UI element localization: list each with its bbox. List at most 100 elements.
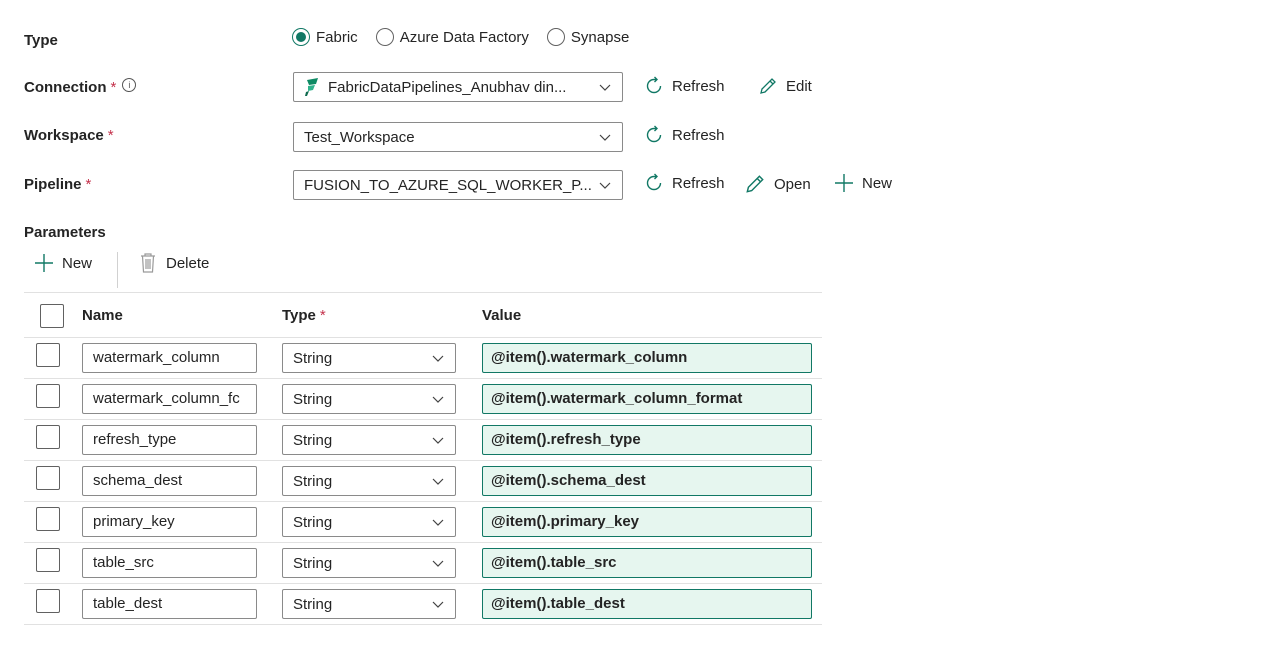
- type-label: Type: [24, 32, 58, 49]
- column-header-type[interactable]: Type *: [282, 307, 326, 324]
- radio-synapse[interactable]: Synapse: [546, 28, 629, 46]
- row-checkbox[interactable]: [36, 343, 60, 367]
- workspace-dropdown[interactable]: Test_Workspace: [293, 122, 623, 152]
- pipeline-refresh-label: Refresh: [672, 174, 725, 192]
- fabric-logo-icon: [305, 78, 318, 96]
- parameter-type-value: String: [293, 554, 333, 572]
- table-row: refresh_type String @item().refresh_type: [0, 419, 822, 460]
- parameter-type-value: String: [293, 472, 333, 490]
- radio-fabric-circle[interactable]: [292, 28, 310, 46]
- parameter-name-input[interactable]: table_dest: [82, 589, 257, 619]
- table-row: watermark_column_fc String @item().waterma…: [0, 378, 822, 419]
- workspace-refresh-button[interactable]: Refresh: [644, 125, 725, 145]
- parameter-name-input[interactable]: schema_dest: [82, 466, 257, 496]
- parameter-type-dropdown[interactable]: String: [282, 466, 456, 496]
- radio-synapse-label[interactable]: Synapse: [571, 29, 629, 46]
- chevron-down-icon: [599, 84, 611, 91]
- chevron-down-icon: [432, 437, 444, 444]
- table-row: table_dest String @item().table_dest: [0, 583, 822, 624]
- parameter-name-input[interactable]: primary_key: [82, 507, 257, 537]
- parameter-value-input[interactable]: @item().primary_key: [482, 507, 812, 537]
- pencil-icon: [760, 78, 776, 94]
- info-icon[interactable]: i: [122, 78, 137, 92]
- connection-refresh-label: Refresh: [672, 77, 725, 95]
- refresh-icon: [646, 76, 662, 94]
- table-row: table_src String @item().table_src: [0, 542, 822, 583]
- plus-icon: [835, 174, 853, 192]
- row-checkbox[interactable]: [36, 384, 60, 408]
- parameter-type-value: String: [293, 513, 333, 531]
- chevron-down-icon: [432, 396, 444, 403]
- refresh-icon: [646, 125, 662, 143]
- required-marker: *: [85, 176, 92, 193]
- required-marker: *: [107, 127, 114, 144]
- table-row: watermark_column String @item().watermark_…: [0, 337, 822, 378]
- pipeline-refresh-button[interactable]: Refresh: [644, 173, 725, 193]
- workspace-refresh-label: Refresh: [672, 126, 725, 144]
- parameter-name-input[interactable]: table_src: [82, 548, 257, 578]
- radio-fabric-label[interactable]: Fabric: [316, 29, 358, 46]
- chevron-down-icon: [432, 560, 444, 567]
- parameter-name-input[interactable]: watermark_column: [82, 343, 257, 373]
- required-marker: *: [319, 307, 326, 324]
- chevron-down-icon: [432, 519, 444, 526]
- radio-adf-circle[interactable]: [375, 28, 394, 46]
- pipeline-label: Pipeline *: [24, 176, 91, 193]
- parameter-type-dropdown[interactable]: String: [282, 507, 456, 537]
- column-header-value[interactable]: Value: [482, 307, 521, 324]
- radio-synapse-circle[interactable]: [546, 28, 565, 46]
- connection-edit-label: Edit: [786, 77, 812, 95]
- pipeline-dropdown[interactable]: FUSION_TO_AZURE_SQL_WORKER_P...: [293, 170, 623, 200]
- parameter-type-value: String: [293, 595, 333, 613]
- parameters-new-button[interactable]: New: [34, 253, 92, 273]
- connection-edit-button[interactable]: Edit: [758, 76, 812, 96]
- connection-refresh-button[interactable]: Refresh: [644, 76, 725, 96]
- row-checkbox[interactable]: [36, 548, 60, 572]
- pipeline-open-button[interactable]: Open: [744, 173, 811, 195]
- parameter-type-dropdown[interactable]: String: [282, 384, 456, 414]
- connection-label: Connection * i: [24, 78, 137, 96]
- parameter-value-input[interactable]: @item().table_dest: [482, 589, 812, 619]
- toolbar-divider: [117, 252, 118, 288]
- select-all-checkbox[interactable]: [40, 304, 64, 328]
- parameters-new-label: New: [62, 254, 93, 272]
- parameter-type-dropdown[interactable]: String: [282, 425, 456, 455]
- parameter-value-input[interactable]: @item().table_src: [482, 548, 812, 578]
- parameter-type-dropdown[interactable]: String: [282, 548, 456, 578]
- row-checkbox[interactable]: [36, 507, 60, 531]
- parameter-type-value: String: [293, 390, 333, 408]
- workspace-label-text: Workspace: [24, 127, 104, 144]
- workspace-value: Test_Workspace: [304, 128, 415, 146]
- table-top-border: [24, 292, 822, 293]
- type-radio-group: Fabric Azure Data Factory Synapse: [292, 28, 629, 46]
- row-checkbox[interactable]: [36, 589, 60, 613]
- parameter-value-input[interactable]: @item().watermark_column: [482, 343, 812, 373]
- chevron-down-icon: [432, 601, 444, 608]
- parameter-type-dropdown[interactable]: String: [282, 343, 456, 373]
- chevron-down-icon: [599, 134, 611, 141]
- pipeline-new-button[interactable]: New: [834, 173, 892, 193]
- parameter-name-input[interactable]: refresh_type: [82, 425, 257, 455]
- parameter-value-input[interactable]: @item().schema_dest: [482, 466, 812, 496]
- pencil-icon: [746, 175, 764, 193]
- parameter-name-input[interactable]: watermark_column_fc: [82, 384, 257, 414]
- chevron-down-icon: [432, 478, 444, 485]
- radio-azure-data-factory[interactable]: Azure Data Factory: [375, 28, 529, 46]
- parameter-type-dropdown[interactable]: String: [282, 589, 456, 619]
- column-header-name[interactable]: Name: [82, 307, 123, 324]
- connection-dropdown[interactable]: FabricDataPipelines_Anubhav din...: [293, 72, 623, 102]
- row-checkbox[interactable]: [36, 425, 60, 449]
- connection-value: FabricDataPipelines_Anubhav din...: [328, 78, 567, 96]
- parameter-value-input[interactable]: @item().refresh_type: [482, 425, 812, 455]
- pipeline-label-text: Pipeline: [24, 176, 82, 193]
- parameter-type-value: String: [293, 431, 333, 449]
- row-checkbox[interactable]: [36, 466, 60, 490]
- parameter-value-input[interactable]: @item().watermark_column_format: [482, 384, 812, 414]
- refresh-icon: [646, 173, 662, 191]
- radio-adf-label[interactable]: Azure Data Factory: [400, 29, 529, 46]
- trash-icon: [141, 253, 155, 273]
- parameters-delete-button[interactable]: Delete: [138, 252, 209, 274]
- parameters-heading: Parameters: [24, 224, 106, 241]
- radio-fabric[interactable]: Fabric: [292, 28, 358, 46]
- required-marker: *: [110, 79, 117, 96]
